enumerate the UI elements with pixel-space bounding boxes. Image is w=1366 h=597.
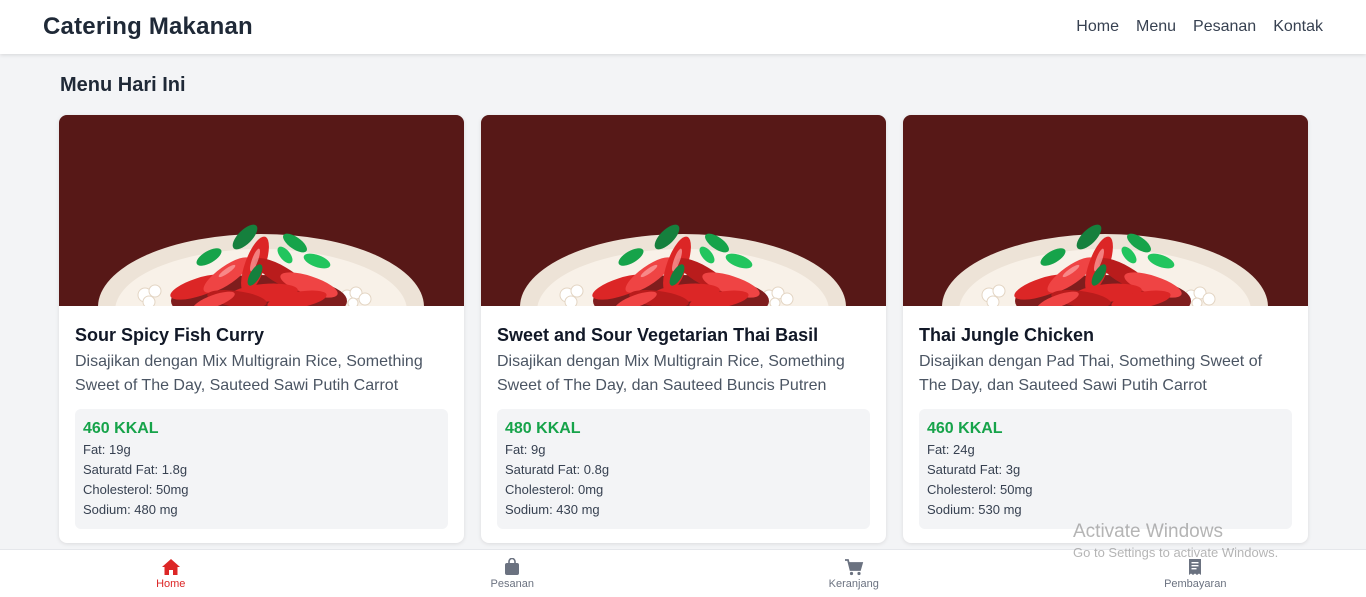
section-title: Menu Hari Ini bbox=[60, 74, 186, 96]
bottom-nav-pesanan[interactable]: Pesanan bbox=[412, 557, 612, 590]
cholesterol-value: Cholesterol: 0mg bbox=[505, 482, 604, 497]
fat-value: Fat: 19g bbox=[83, 442, 131, 457]
shopping-bag-icon bbox=[505, 557, 520, 575]
nav-link-menu[interactable]: Menu bbox=[1136, 18, 1176, 36]
food-image bbox=[903, 115, 1308, 306]
cholesterol-value: Cholesterol: 50mg bbox=[927, 482, 1033, 497]
sodium-value: Sodium: 480 mg bbox=[83, 502, 178, 517]
saturated-fat-value: Saturatd Fat: 1.8g bbox=[83, 462, 188, 477]
nutrition-panel: 460 KKAL Fat: 24g Saturatd Fat: 3g Chole… bbox=[919, 409, 1292, 529]
sodium-value: Sodium: 530 mg bbox=[927, 502, 1022, 517]
top-navbar: Catering Makanan Home Menu Pesanan Konta… bbox=[0, 0, 1366, 54]
nav-link-pesanan[interactable]: Pesanan bbox=[1193, 18, 1256, 36]
menu-card-description: Disajikan dengan Mix Multigrain Rice, So… bbox=[75, 353, 423, 394]
cart-icon bbox=[844, 558, 863, 575]
receipt-icon bbox=[1189, 558, 1202, 575]
menu-card-description: Disajikan dengan Mix Multigrain Rice, So… bbox=[497, 353, 845, 394]
calorie-value: 460 KKAL bbox=[927, 420, 1003, 437]
saturated-fat-value: Saturatd Fat: 3g bbox=[927, 462, 1021, 477]
fat-value: Fat: 9g bbox=[505, 442, 546, 457]
nutrition-panel: 480 KKAL Fat: 9g Saturatd Fat: 0.8g Chol… bbox=[497, 409, 870, 529]
bottom-nav-keranjang[interactable]: Keranjang bbox=[754, 558, 954, 590]
fat-value: Fat: 24g bbox=[927, 442, 975, 457]
bottom-nav-label: Home bbox=[156, 577, 186, 590]
nutrition-panel: 460 KKAL Fat: 19g Saturatd Fat: 1.8g Cho… bbox=[75, 409, 448, 529]
bottom-nav-label: Pembayaran bbox=[1164, 577, 1227, 590]
cholesterol-value: Cholesterol: 50mg bbox=[83, 482, 189, 497]
bottom-nav-label: Keranjang bbox=[828, 577, 879, 590]
food-image bbox=[59, 115, 464, 306]
nav-links: Home Menu Pesanan Kontak bbox=[1076, 18, 1323, 36]
menu-card[interactable]: Thai Jungle Chicken Disajikan dengan Pad… bbox=[903, 115, 1308, 543]
menu-card[interactable]: Sour Spicy Fish Curry Disajikan dengan M… bbox=[59, 115, 464, 543]
bottom-nav-pembayaran[interactable]: Pembayaran bbox=[1095, 558, 1295, 590]
home-icon bbox=[161, 558, 180, 575]
food-image bbox=[481, 115, 886, 306]
bottom-navigation: Home Pesanan Keranjang Pembayaran bbox=[0, 549, 1366, 597]
calorie-value: 460 KKAL bbox=[83, 420, 159, 437]
brand-title[interactable]: Catering Makanan bbox=[43, 13, 253, 41]
bottom-nav-home[interactable]: Home bbox=[71, 558, 271, 590]
nav-link-kontak[interactable]: Kontak bbox=[1273, 18, 1323, 36]
nav-link-home[interactable]: Home bbox=[1076, 18, 1119, 36]
sodium-value: Sodium: 430 mg bbox=[505, 502, 600, 517]
menu-card-description: Disajikan dengan Pad Thai, Something Swe… bbox=[919, 353, 1263, 394]
menu-card[interactable]: Sweet and Sour Vegetarian Thai Basil Dis… bbox=[481, 115, 886, 543]
menu-card-title: Sour Spicy Fish Curry bbox=[75, 325, 265, 345]
calorie-value: 480 KKAL bbox=[505, 420, 581, 437]
menu-card-title: Thai Jungle Chicken bbox=[919, 325, 1095, 345]
menu-cards: Sour Spicy Fish Curry Disajikan dengan M… bbox=[59, 115, 1308, 543]
saturated-fat-value: Saturatd Fat: 0.8g bbox=[505, 462, 610, 477]
menu-card-title: Sweet and Sour Vegetarian Thai Basil bbox=[497, 325, 819, 345]
bottom-nav-label: Pesanan bbox=[490, 577, 534, 590]
